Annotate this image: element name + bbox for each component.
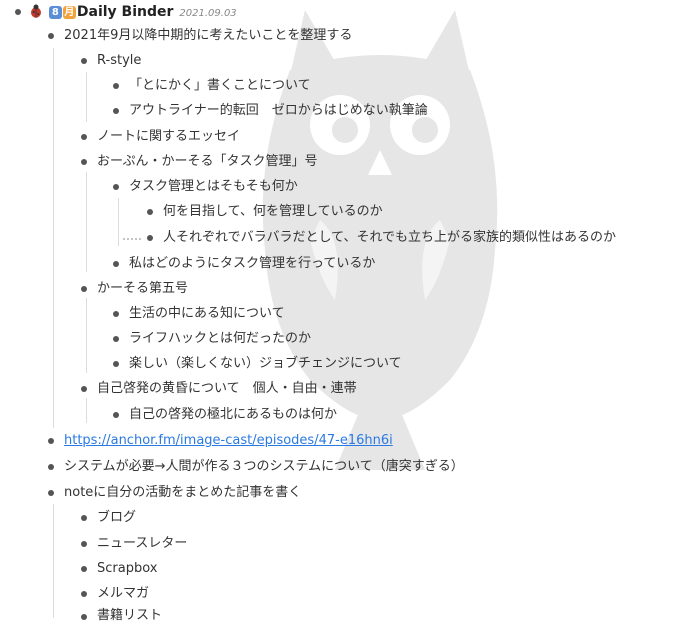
- number-8-badge: 8: [48, 6, 62, 19]
- calendar-icon: 月: [62, 6, 76, 19]
- page-title-row: 8 月 Daily Binder 2021.09.03: [30, 0, 237, 24]
- outline-item[interactable]: ニュースレター: [97, 532, 187, 556]
- ladybug-icon: [31, 4, 41, 18]
- bullet[interactable]: [113, 83, 119, 89]
- outline-item[interactable]: メルマガ: [97, 582, 149, 606]
- bullet[interactable]: [113, 311, 119, 317]
- outline-item[interactable]: 「とにかく」書くことについて: [129, 74, 311, 98]
- outline-item[interactable]: 楽しい（楽しくない）ジョブチェンジについて: [129, 352, 402, 376]
- outline-item[interactable]: 生活の中にある知について: [129, 302, 285, 326]
- bullet[interactable]: [81, 614, 87, 620]
- outline-item[interactable]: 自己啓発の黄昏について 個人・自由・連帯: [97, 377, 357, 401]
- outline-item[interactable]: アウトライナー的転回 ゼロからはじめない執筆論: [129, 99, 428, 123]
- outline-item[interactable]: R-style: [97, 49, 141, 73]
- bullet[interactable]: [48, 490, 54, 496]
- guide-line: [53, 48, 54, 428]
- page-title[interactable]: Daily Binder: [77, 4, 174, 20]
- outline-item[interactable]: ノートに関するエッセイ: [97, 125, 240, 149]
- bullet[interactable]: [113, 261, 119, 267]
- outline-item[interactable]: 自己の啓発の極北にあるものは何か: [129, 403, 337, 427]
- outline-item[interactable]: かーそる第五号: [97, 277, 188, 301]
- bullet[interactable]: [48, 464, 54, 470]
- bullet[interactable]: [113, 108, 119, 114]
- bullet[interactable]: [15, 9, 21, 15]
- guide-line: [86, 172, 87, 272]
- bullet[interactable]: [113, 336, 119, 342]
- outline-item[interactable]: noteに自分の活動をまとめた記事を書く: [64, 481, 301, 505]
- bullet[interactable]: [113, 184, 119, 190]
- bullet[interactable]: [81, 58, 87, 64]
- outline-item[interactable]: 何を目指して、何を管理しているのか: [163, 200, 383, 224]
- outline-item[interactable]: タスク管理とはそもそも何か: [129, 175, 298, 199]
- guide-line: [118, 198, 119, 246]
- outline-item-link[interactable]: https://anchor.fm/image-cast/episodes/47…: [64, 429, 393, 453]
- outline-item[interactable]: 私はどのようにタスク管理を行っているか: [129, 252, 375, 276]
- bullet[interactable]: [81, 591, 87, 597]
- outline-item[interactable]: ライフハックとは何だったのか: [129, 327, 311, 351]
- guide-line: [53, 504, 54, 618]
- bullet[interactable]: [81, 566, 87, 572]
- guide-line: [86, 398, 87, 423]
- outline-item[interactable]: おーぷん・かーそる「タスク管理」号: [97, 150, 317, 174]
- drag-handle[interactable]: [123, 238, 141, 240]
- outline-item[interactable]: 2021年9月以降中期的に考えたいことを整理する: [64, 24, 352, 48]
- bullet[interactable]: [113, 361, 119, 367]
- outline-item[interactable]: システムが必要→人間が作る３つのシステムについて（唐突すぎる）: [64, 455, 464, 479]
- bullet[interactable]: [81, 286, 87, 292]
- bullet[interactable]: [147, 235, 153, 241]
- outline-item[interactable]: ブログ: [97, 506, 136, 530]
- episode-link[interactable]: https://anchor.fm/image-cast/episodes/47…: [64, 433, 393, 448]
- page-date: 2021.09.03: [179, 8, 237, 19]
- bullet[interactable]: [48, 438, 54, 444]
- outline-item[interactable]: Scrapbox: [97, 557, 157, 581]
- bullet[interactable]: [81, 134, 87, 140]
- bullet[interactable]: [81, 159, 87, 165]
- bullet[interactable]: [81, 541, 87, 547]
- guide-line: [86, 72, 87, 122]
- bullet[interactable]: [81, 386, 87, 392]
- bullet[interactable]: [48, 33, 54, 39]
- outline-tree: 8 月 Daily Binder 2021.09.03 2021年9月以降中期的に考え…: [0, 0, 700, 623]
- outline-item[interactable]: 人それぞれでバラバラだとして、それでも立ち上がる家族的類似性はあるのか: [163, 226, 616, 250]
- bullet[interactable]: [113, 412, 119, 418]
- guide-line: [86, 298, 87, 373]
- bullet[interactable]: [81, 515, 87, 521]
- outline-item[interactable]: 書籍リスト: [97, 604, 162, 628]
- bullet[interactable]: [147, 209, 153, 215]
